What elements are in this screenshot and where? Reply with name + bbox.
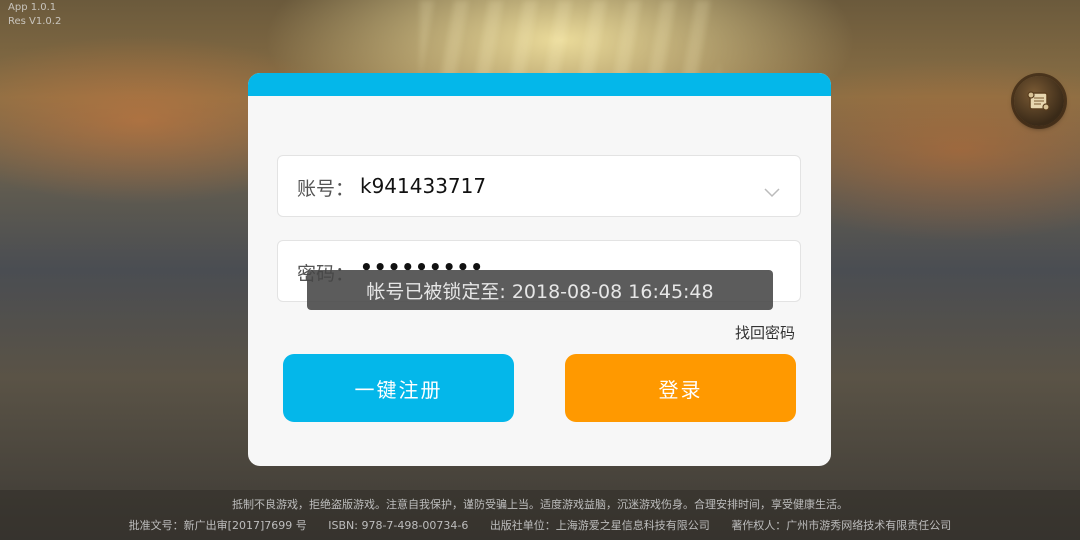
publication-info: 批准文号：新广出审[2017]7699 号 ISBN: 978-7-498-00… <box>0 517 1080 533</box>
game-background: App 1.0.1 Res V1.0.2 账号： k941433717 ••••… <box>0 0 1080 540</box>
lock-toast: 帐号已被锁定至: 2018-08-08 16:45:48 <box>307 270 773 310</box>
panel-header <box>248 73 831 96</box>
login-button[interactable]: 登录 <box>565 354 796 422</box>
account-input[interactable]: k941433717 <box>360 174 486 198</box>
res-version: Res V1.0.2 <box>8 16 62 27</box>
account-field[interactable]: 账号： k941433717 <box>277 155 801 217</box>
publisher: 出版社单位：上海游爱之星信息科技有限公司 <box>489 519 710 532</box>
footer: 抵制不良游戏，拒绝盗版游戏。注意自我保护，谨防受骗上当。适度游戏益脑，沉迷游戏伤… <box>0 490 1080 540</box>
scroll-icon <box>1024 86 1054 116</box>
isbn: ISBN: 978-7-498-00734-6 <box>328 519 469 532</box>
app-version: App 1.0.1 <box>8 2 57 13</box>
chevron-down-icon[interactable] <box>764 183 780 202</box>
scroll-button[interactable] <box>1014 76 1064 126</box>
approval-number: 批准文号：新广出审[2017]7699 号 <box>128 519 307 532</box>
forgot-password-link[interactable]: 找回密码 <box>735 322 795 343</box>
health-notice: 抵制不良游戏，拒绝盗版游戏。注意自我保护，谨防受骗上当。适度游戏益脑，沉迷游戏伤… <box>232 498 848 511</box>
register-button[interactable]: 一键注册 <box>283 354 514 422</box>
copyright-holder: 著作权人：广州市游秀网络技术有限责任公司 <box>731 519 952 532</box>
account-label: 账号： <box>297 178 355 200</box>
